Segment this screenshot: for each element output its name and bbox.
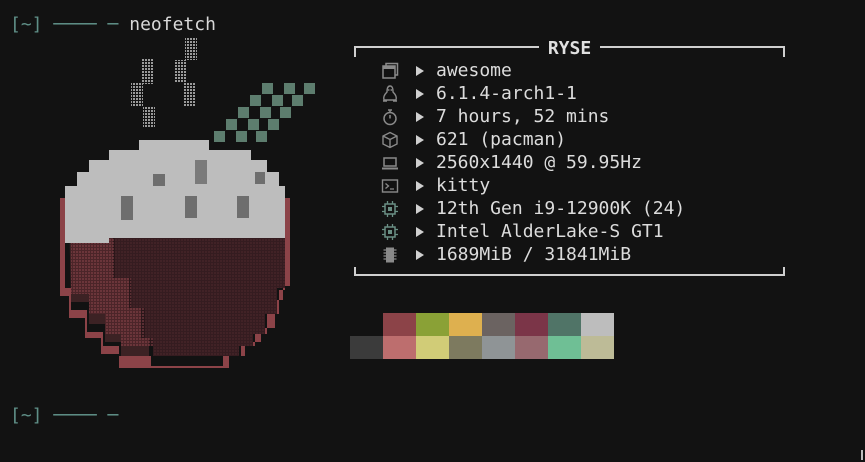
memory-icon — [380, 246, 400, 264]
arrow-icon — [416, 203, 424, 214]
bright-swatch-5 — [515, 336, 548, 359]
palette-normal-row — [383, 313, 614, 336]
info-value: 2560x1440 @ 59.95Hz — [436, 152, 642, 173]
bright-swatch-0 — [350, 336, 383, 359]
prompt-line[interactable]: [~] ──── ─ — [10, 404, 118, 427]
rice-bowl-logo — [60, 38, 315, 368]
bright-swatch-7 — [581, 336, 614, 359]
normal-swatch-0 — [383, 313, 416, 336]
stopwatch-icon — [380, 108, 400, 126]
arrow-icon — [416, 157, 424, 168]
arrow-icon — [416, 134, 424, 145]
cpu-icon — [380, 200, 400, 218]
chopsticks-icon — [214, 83, 315, 142]
normal-swatch-2 — [449, 313, 482, 336]
command-text: neofetch — [129, 14, 216, 35]
info-row-gpu: Intel AlderLake-S GT1 — [380, 220, 685, 243]
info-value: 6.1.4-arch1-1 — [436, 83, 577, 104]
info-row-kernel: 6.1.4-arch1-1 — [380, 82, 685, 105]
arrow-icon — [416, 249, 424, 260]
bright-swatch-6 — [548, 336, 581, 359]
bright-swatch-3 — [449, 336, 482, 359]
info-row-wm: awesome — [380, 59, 685, 82]
info-value: 1689MiB / 31841MiB — [436, 244, 632, 265]
arrow-icon — [416, 88, 424, 99]
normal-swatch-1 — [416, 313, 449, 336]
normal-swatch-3 — [482, 313, 515, 336]
rice-shape — [65, 140, 285, 243]
info-value: kitty — [436, 175, 491, 196]
info-value: 12th Gen i9-12900K (24) — [436, 198, 686, 219]
bright-swatch-1 — [383, 336, 416, 359]
prompt-directory: [~] — [10, 14, 43, 35]
info-row-cpu: 12th Gen i9-12900K (24) — [380, 197, 685, 220]
prompt-line: [~] ──── ─ neofetch — [10, 13, 216, 36]
system-info-box: RYSE awesome 6.1.4-arch1-1 7 hours, 52 m… — [354, 37, 785, 277]
info-row-resolution: 2560x1440 @ 59.95Hz — [380, 151, 685, 174]
info-row-uptime: 7 hours, 52 mins — [380, 105, 685, 128]
info-value: 7 hours, 52 mins — [436, 106, 610, 127]
info-value: awesome — [436, 60, 512, 81]
terminal-window[interactable]: [~] ──── ─ neofetch RYSE awesome 6.1.4-a… — [0, 0, 865, 462]
bright-swatch-4 — [482, 336, 515, 359]
terminal-icon — [380, 177, 400, 195]
window-icon — [380, 62, 400, 80]
arrow-icon — [416, 65, 424, 76]
arrow-icon — [416, 226, 424, 237]
normal-swatch-5 — [548, 313, 581, 336]
bright-swatch-2 — [416, 336, 449, 359]
mouse-cursor-icon — [861, 450, 863, 460]
info-row-packages: 621 (pacman) — [380, 128, 685, 151]
arrow-icon — [416, 111, 424, 122]
arrow-icon — [416, 180, 424, 191]
info-list: awesome 6.1.4-arch1-1 7 hours, 52 mins 6… — [380, 59, 685, 266]
palette-bright-row — [350, 336, 614, 359]
prompt-separator: ──── ─ — [53, 14, 119, 35]
gpu-chip-icon — [380, 223, 400, 241]
normal-swatch-4 — [515, 313, 548, 336]
info-value: 621 (pacman) — [436, 129, 567, 150]
normal-swatch-6 — [581, 313, 614, 336]
laptop-icon — [380, 154, 400, 172]
prompt-directory: [~] — [10, 405, 43, 426]
info-value: Intel AlderLake-S GT1 — [436, 221, 664, 242]
info-row-memory: 1689MiB / 31841MiB — [380, 243, 685, 266]
color-palette — [350, 313, 614, 359]
hostname-title: RYSE — [354, 37, 785, 60]
package-icon — [380, 131, 400, 149]
prompt-separator: ──── ─ — [53, 405, 119, 426]
steam-icon — [131, 38, 197, 128]
info-row-terminal: kitty — [380, 174, 685, 197]
linux-penguin-icon — [380, 84, 400, 103]
